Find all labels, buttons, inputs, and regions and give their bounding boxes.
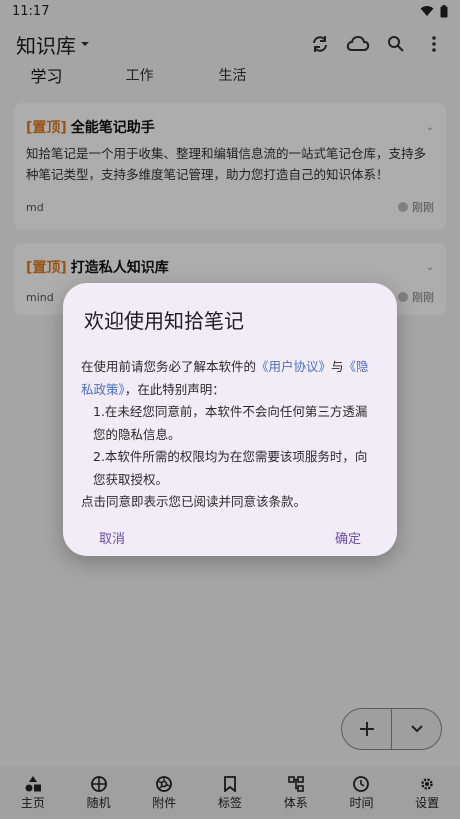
dialog-point-1: 1.在未经您同意前，本软件不会向任何第三方透漏您的隐私信息。 [93,404,368,442]
intro-prefix: 在使用前请您务必了解本软件的 [81,359,257,374]
dialog-footer-text: 点击同意即表示您已阅读并同意该条款。 [81,494,307,509]
welcome-dialog: 欢迎使用知拾笔记 在使用前请您务必了解本软件的《用户协议》与《隐私政策》，在此特… [63,283,397,556]
cancel-button[interactable]: 取消 [99,528,125,547]
user-agreement-link[interactable]: 《用户协议》 [256,359,331,374]
intro-connector: 与 [331,359,344,374]
dialog-body: 在使用前请您务必了解本软件的《用户协议》与《隐私政策》，在此特别声明： 1.在未… [81,356,379,514]
dialog-actions: 取消 确定 [81,528,379,547]
dialog-intro: 在使用前请您务必了解本软件的《用户协议》与《隐私政策》，在此特别声明： [81,356,379,401]
dialog-title: 欢迎使用知拾笔记 [84,309,244,333]
dialog-point-2: 2.本软件所需的权限均为在您需要该项服务时，向您获取授权。 [93,449,368,487]
confirm-button[interactable]: 确定 [335,528,361,547]
intro-suffix: ，在此特别声明： [124,381,225,397]
